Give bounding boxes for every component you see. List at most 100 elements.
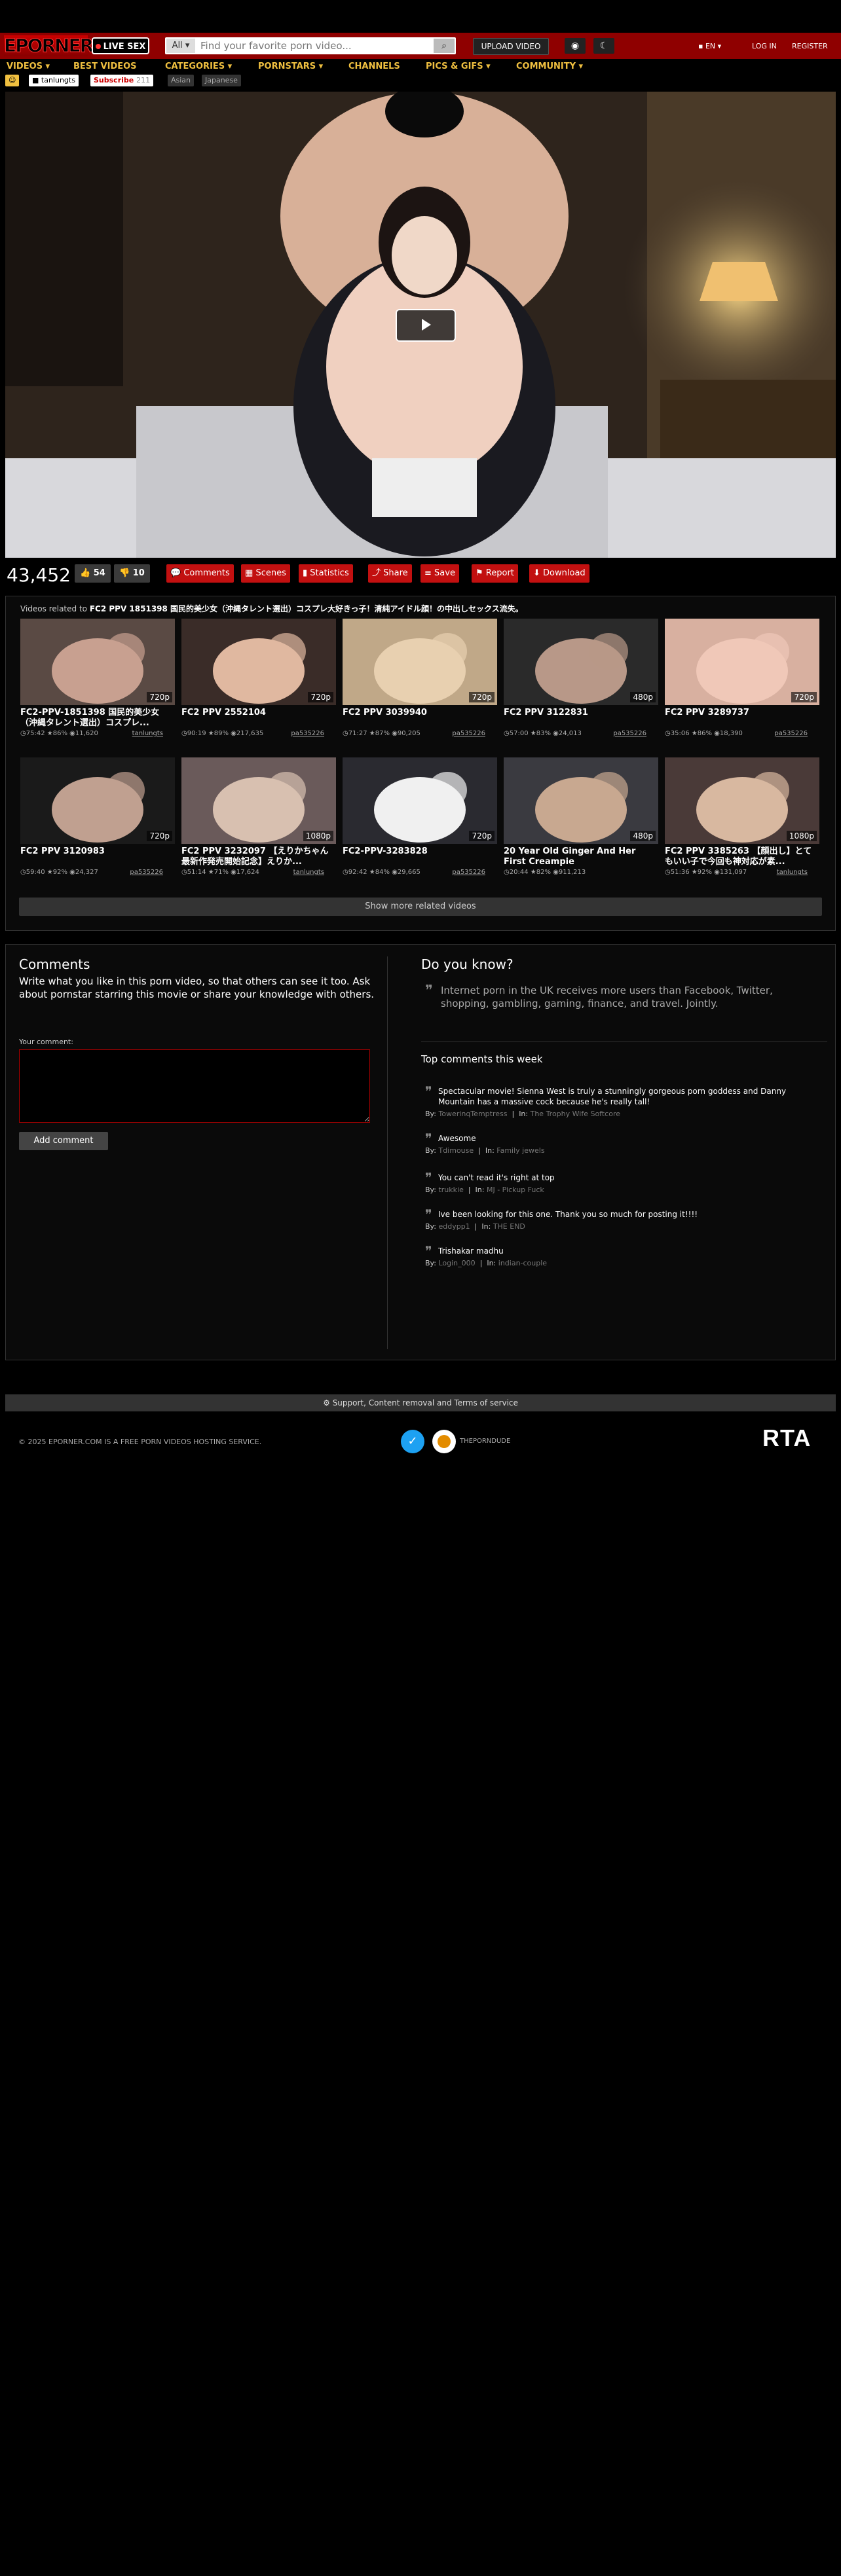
related-video-card[interactable]: 720p FC2 PPV 3120983 ◷59:40 ★92% ◉24,327… [20,757,175,888]
uploader-link[interactable]: pa535226 [291,730,324,737]
play-button[interactable] [396,309,456,342]
nav-pics-gifs[interactable]: PICS & GIFS ▾ [426,62,491,71]
video-title[interactable]: FC2 PPV 3122831 [504,708,658,718]
statistics-button[interactable]: ▮ Statistics [299,564,353,583]
video-thumbnail[interactable]: 1080p [181,757,336,844]
related-video-card[interactable]: 720p FC2 PPV 2552104 ◷90:19 ★89% ◉217,63… [181,619,336,750]
video-thumbnail[interactable]: 1080p [665,757,819,844]
register-link[interactable]: REGISTER [792,42,828,50]
video-title[interactable]: FC2 PPV 3039940 [343,708,497,718]
live-sex-button[interactable]: LIVE SEX [92,37,149,54]
uploader-avatar[interactable]: ☺ [5,75,20,86]
comment-video-link[interactable]: indian-couple [498,1259,547,1267]
video-player[interactable] [5,92,836,558]
search-category-select[interactable]: All ▾ [166,39,195,53]
video-thumbnail[interactable]: 480p [504,619,658,705]
site-logo[interactable]: EPORNER [4,35,94,56]
site-header: EPORNER LIVE SEX All ▾ ⌕ UPLOAD VIDEO ◉ … [0,33,841,59]
uploader-link[interactable]: tanlungts [777,869,808,876]
nav-pornstars[interactable]: PORNSTARS ▾ [258,62,323,71]
comment-video-link[interactable]: MJ - Pickup Fuck [487,1186,544,1194]
login-link[interactable]: LOG IN [752,42,777,50]
comment-video-link[interactable]: The Trophy Wife Softcore [531,1110,620,1118]
related-video-card[interactable]: 720p FC2-PPV-1851398 国民的美少女（沖縄タレント選出）コスプ… [20,619,175,750]
tag-japanese[interactable]: Japanese [202,75,241,86]
scenes-button[interactable]: ▦ Scenes [241,564,290,583]
video-title[interactable]: FC2 PPV 3232097 【えりかちゃん最新作発売開始記念】えりか... [181,846,336,867]
theporndude-label[interactable]: THEPORNDUDE [460,1438,510,1445]
download-button[interactable]: ⬇ Download [529,564,589,583]
comment-video-link[interactable]: Family jewels [496,1146,544,1155]
video-thumbnail[interactable]: 720p [20,619,175,705]
uploader-link[interactable]: pa535226 [452,730,485,737]
star-icon: ★ [47,730,53,737]
theporndude-icon[interactable] [432,1430,456,1453]
video-duration: 57:00 [509,730,529,737]
like-button[interactable]: 👍 54 [75,564,111,583]
record-icon[interactable]: ◉ [565,38,586,54]
subscribe-button[interactable]: Subscribe 211 [90,75,154,86]
add-comment-button[interactable]: Add comment [19,1132,108,1150]
comment-author[interactable]: trukkie [438,1186,463,1194]
search-input[interactable] [198,39,436,53]
video-thumbnail[interactable]: 720p [665,619,819,705]
uploader-link[interactable]: pa535226 [130,869,163,876]
save-button[interactable]: ≡ Save [421,564,459,583]
related-video-card[interactable]: 720p FC2 PPV 3039940 ◷71:27 ★87% ◉90,205… [343,619,497,750]
uploader-link[interactable]: pa535226 [613,730,646,737]
video-title[interactable]: 20 Year Old Ginger And Her First Creampi… [504,846,658,867]
twitter-icon[interactable]: ✓ [401,1430,424,1453]
video-thumbnail[interactable]: 720p [343,619,497,705]
search-icon[interactable]: ⌕ [434,39,455,53]
upload-video-button[interactable]: UPLOAD VIDEO [473,38,549,55]
uploader-tag[interactable]: ■ tanlungts [29,75,79,86]
nav-videos[interactable]: VIDEOS ▾ [7,62,50,71]
show-more-button[interactable]: Show more related videos [19,898,822,916]
support-bar[interactable]: ⚙ Support, Content removal and Terms of … [5,1394,836,1411]
comment-text: You can't read it's right at top [438,1173,555,1182]
video-thumbnail[interactable]: 720p [20,757,175,844]
comment-author[interactable]: Tdimouse [438,1146,474,1155]
nav-channels[interactable]: CHANNELS [348,62,400,71]
quality-badge: 720p [147,692,172,702]
nav-categories[interactable]: CATEGORIES ▾ [165,62,232,71]
related-video-card[interactable]: 480p FC2 PPV 3122831 ◷57:00 ★83% ◉24,013… [504,619,658,750]
star-icon: ★ [691,869,698,876]
uploader-link[interactable]: tanlungts [132,730,163,737]
comment-video-link[interactable]: THE END [493,1222,525,1231]
related-video-card[interactable]: 720p FC2 PPV 3289737 ◷35:06 ★86% ◉18,390… [665,619,819,750]
share-button[interactable]: ⤴ Share [368,564,412,583]
tag-asian[interactable]: Asian [168,75,195,86]
video-title[interactable]: FC2 PPV 3385263 【顔出し】とてもいい子で今回も神対応が素... [665,846,819,867]
uploader-link[interactable]: pa535226 [774,730,808,737]
report-button[interactable]: ⚑ Report [472,564,518,583]
related-video-card[interactable]: 720p FC2-PPV-3283828 ◷92:42 ★84% ◉29,665… [343,757,497,888]
uploader-link[interactable]: pa535226 [452,869,485,876]
related-video-card[interactable]: 480p 20 Year Old Ginger And Her First Cr… [504,757,658,888]
video-thumbnail[interactable]: 720p [181,619,336,705]
eye-icon: ◉ [231,869,236,876]
video-thumbnail[interactable]: 720p [343,757,497,844]
video-title[interactable]: FC2-PPV-3283828 [343,846,497,857]
nav-community[interactable]: COMMUNITY ▾ [516,62,583,71]
nav-best-videos[interactable]: BEST VIDEOS [73,62,137,71]
comment-author[interactable]: TowerinqTemptress [438,1110,507,1118]
related-video-card[interactable]: 1080p FC2 PPV 3385263 【顔出し】とてもいい子で今回も神対応… [665,757,819,888]
uploader-link[interactable]: tanlungts [293,869,324,876]
language-select[interactable]: ▪ EN ▾ [698,42,721,50]
comment-textarea[interactable] [19,1049,370,1123]
clock-icon: ◷ [20,869,26,876]
dislike-button[interactable]: 👎 10 [114,564,150,583]
video-thumbnail[interactable]: 480p [504,757,658,844]
comments-button[interactable]: 💬 Comments [166,564,234,583]
comment-author[interactable]: Login_000 [438,1259,475,1267]
dark-mode-icon[interactable]: ☾ [593,38,614,54]
related-video-card[interactable]: 1080p FC2 PPV 3232097 【えりかちゃん最新作発売開始記念】え… [181,757,336,888]
video-title[interactable]: FC2 PPV 3120983 [20,846,175,857]
video-meta: ◷71:27 ★87% ◉90,205 pa535226 [343,730,497,737]
comment-author[interactable]: eddypp1 [438,1222,470,1231]
video-title[interactable]: FC2 PPV 2552104 [181,708,336,718]
video-title[interactable]: FC2 PPV 3289737 [665,708,819,718]
thumbs-down-icon: 👎 [119,568,130,578]
video-title[interactable]: FC2-PPV-1851398 国民的美少女（沖縄タレント選出）コスプレ... [20,708,175,729]
